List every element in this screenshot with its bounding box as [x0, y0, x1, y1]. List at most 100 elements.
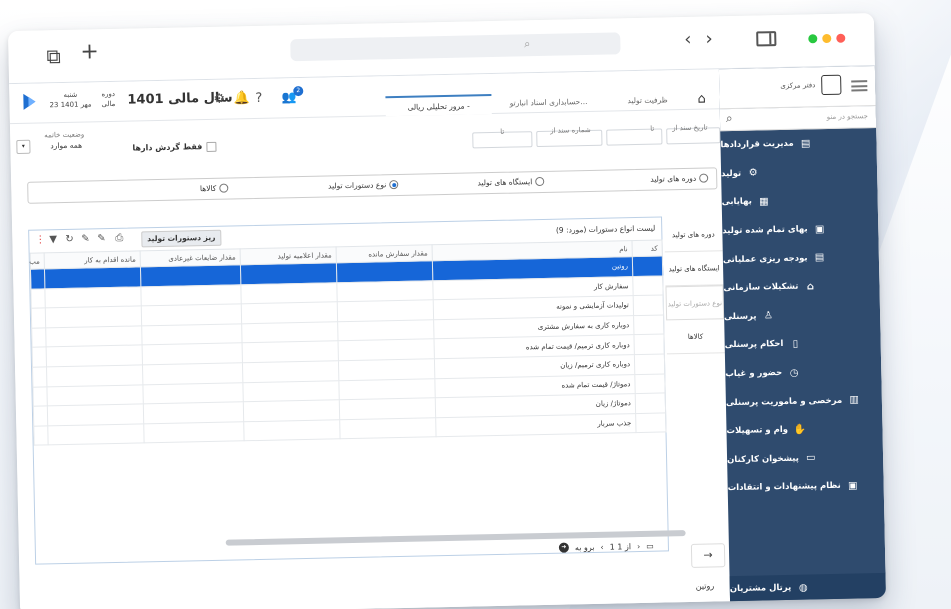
sidebar-item-organization[interactable]: ⌂ تشکیلات سازمانی [723, 271, 880, 303]
col-extra[interactable]: مب [29, 252, 45, 270]
radio-circle [219, 183, 229, 193]
cell [242, 360, 339, 383]
tab-inventory-accounting[interactable]: حسابداری اسناد انبارتو... [493, 92, 603, 114]
footer-label: روتین [695, 581, 715, 591]
cell [336, 280, 434, 302]
print-icon[interactable]: ⎙ [115, 233, 123, 244]
radio-production-stations[interactable]: ایستگاه های تولید [477, 176, 545, 187]
search-icon[interactable]: ⌕ [726, 111, 733, 126]
date-to-label: تا [650, 124, 655, 133]
cell [33, 406, 48, 426]
sidebar-item-label: بهای تمام شده تولید [722, 224, 808, 237]
bookmark-icon[interactable]: ✎ [81, 233, 90, 244]
tab-production-capacity[interactable]: ظرفیت تولید [605, 90, 689, 112]
next-arrow-button[interactable]: → [690, 543, 726, 568]
goto-label: برو به [574, 542, 595, 552]
desk-icon: ▭ [806, 452, 816, 464]
cell [337, 319, 435, 342]
radio-circle [389, 179, 399, 190]
date-label: 23 مهر 1401 [49, 100, 92, 110]
back-icon[interactable]: ‹ [684, 29, 706, 50]
sidebar-item-production[interactable]: ⚙ تولید [721, 157, 878, 189]
cell [141, 303, 242, 326]
forward-icon[interactable]: › [705, 28, 727, 49]
cell [143, 401, 244, 424]
cell-code [635, 393, 666, 414]
cell-code [633, 295, 664, 316]
home-icon[interactable]: ⌂ [697, 92, 706, 107]
more-options-icon[interactable]: ⋮ [35, 234, 45, 245]
settings-icon[interactable]: ⚙ [213, 92, 225, 107]
prev-page-icon[interactable]: ‹ [600, 542, 603, 551]
tab-label: حسابداری اسناد انبارتو... [509, 97, 588, 108]
app-logo-icon [23, 93, 36, 110]
vtab-production-periods[interactable]: دوره های تولید [664, 217, 723, 253]
sidebar-item-label: احکام پرسنلی [724, 339, 784, 351]
status-dropdown-icon[interactable]: ▾ [16, 139, 31, 154]
tab-label: ظرفیت تولید [627, 95, 668, 106]
hamburger-icon[interactable] [851, 80, 868, 92]
radio-label: دوره های تولید [650, 173, 697, 184]
col-code[interactable]: کد [631, 239, 663, 257]
calculator-icon: ▦ [759, 196, 769, 208]
status-label: وضعیت خاتمه [44, 130, 85, 140]
help-icon[interactable]: ? [255, 91, 262, 106]
radio-order-types[interactable]: نوع دستورات تولید [328, 179, 399, 191]
sidebar-item-leave[interactable]: ▥ مرخصی و ماموریت پرسنلی [726, 385, 883, 417]
radio-production-periods[interactable]: دوره های تولید [650, 173, 709, 184]
loan-icon: ✋ [793, 424, 807, 436]
radio-goods[interactable]: کالاها [200, 183, 229, 193]
vtab-production-stations[interactable]: ایستگاه های تولید [664, 251, 724, 287]
go-icon[interactable]: ➜ [558, 542, 570, 553]
close-button[interactable] [836, 33, 846, 43]
sidebar-item-customer-portal[interactable]: ◍ پرتال مشتریان [729, 572, 887, 603]
cell [338, 358, 435, 381]
org-icon: ⌂ [806, 281, 815, 293]
grid-view-icon[interactable]: ▭ [646, 541, 654, 550]
app-window: ⧉ + ⌕ ‹› شنبه 23 مهر 1401 دوره مالی سال ما… [7, 12, 887, 609]
next-page-icon[interactable]: › [637, 542, 640, 551]
vtab-goods[interactable]: کالاها [666, 319, 725, 355]
cell [47, 404, 144, 426]
sidebar-item-label: حضور و غیاب [725, 368, 783, 380]
edit-icon[interactable]: ✎ [97, 233, 106, 244]
tab-analytic-review[interactable]: مرور تحلیلی ریالی - [385, 94, 492, 117]
refresh-icon[interactable]: ↻ [65, 234, 74, 245]
sidebar-toggle-icon[interactable] [756, 31, 777, 47]
filter-icon[interactable]: ▼ [49, 234, 57, 245]
tab-label: مرور تحلیلی ریالی - [407, 101, 470, 112]
sidebar-item-production-cost[interactable]: ▣ بهای تمام شده تولید [722, 214, 879, 246]
sidebar-item-personnel-orders[interactable]: ▯ احکام پرسنلی [724, 328, 881, 360]
address-bar[interactable]: ⌕ [290, 32, 621, 62]
cell [46, 364, 143, 387]
only-turnover-checkbox[interactable] [206, 141, 217, 153]
order-details-button[interactable]: ریز دستورات تولید [141, 229, 222, 248]
sidebar-item-costing[interactable]: ▦ بهایابی [721, 185, 878, 217]
add-tab-icon[interactable]: + [80, 39, 99, 64]
cell [142, 343, 243, 365]
sidebar-item-label: نظام پیشنهادات و انتقادات [727, 481, 841, 494]
sidebar-search[interactable]: جستجو در منو ⌕ [719, 105, 877, 132]
cell [32, 347, 47, 368]
sidebar-item-loans[interactable]: ✋ وام و تسهیلات [726, 414, 883, 446]
vtab-order-types[interactable]: نوع دستورات تولید [665, 285, 725, 321]
sidebar-item-personnel[interactable]: ♙ پرسنلی [724, 299, 881, 331]
cell [242, 341, 339, 363]
radio-label: نوع دستورات تولید [328, 180, 387, 191]
minimize-button[interactable] [822, 33, 832, 44]
sidebar-item-contracts[interactable]: ▤ مدیریت قراردادها [720, 128, 877, 160]
windows-icon[interactable]: ⧉ [46, 44, 61, 68]
status-value[interactable]: همه موارد [50, 141, 82, 151]
sidebar-item-suggestions[interactable]: ▣ نظام پیشنهادات و انتقادات [727, 471, 884, 503]
sidebar-item-employee-desk[interactable]: ▭ پیشخوان کارکنان [727, 442, 884, 474]
avatar[interactable] [821, 74, 842, 96]
cell [337, 299, 434, 322]
bell-icon[interactable]: 🔔 [233, 91, 249, 106]
cell [32, 366, 47, 387]
maximize-button[interactable] [808, 34, 818, 44]
cell [45, 306, 142, 328]
sidebar-item-attendance[interactable]: ◷ حضور و غیاب [725, 357, 882, 389]
sidebar-item-label: مدیریت قراردادها [720, 138, 794, 151]
sidebar-item-budget[interactable]: ▤ بودجه ریزی عملیاتی [723, 242, 880, 274]
document-icon: ▯ [792, 338, 799, 350]
